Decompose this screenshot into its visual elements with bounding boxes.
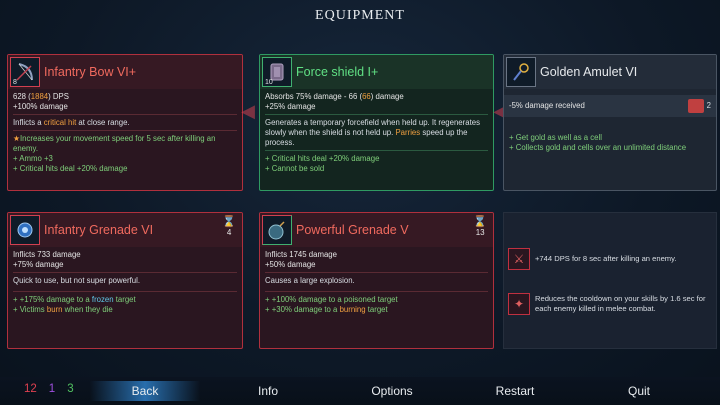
item-level: 10 [265,79,273,86]
cooldown-icon: ✦ [508,293,530,315]
affix-burn: + Victims burn when they die [13,305,113,314]
affix-burning: + +30% damage to a burning target [265,305,388,314]
scroll-icon [687,99,704,113]
divider [13,291,237,292]
mutation-text: +744 DPS for 8 sec after killing an enem… [535,254,677,263]
affix-frozen: + +175% damage to a frozen target [13,295,136,304]
item-level: 8 [13,79,17,86]
damage-bonus: +75% damage [13,260,64,269]
divider [265,272,488,273]
card-header: Golden Amulet VI [504,55,716,89]
amulet-stat: -5% damage received [509,101,585,110]
star-icon: ★ [13,134,20,143]
mutation-text: Reduces the cooldown on your skills by 1… [535,294,706,313]
divider [265,150,488,151]
shield-icon: 10 [262,57,292,87]
damage-bonus: +100% damage [13,102,68,111]
item-description: Causes a large explosion. [265,276,355,285]
amulet-icon [506,57,536,87]
tactics-count: 1 [48,383,56,395]
swap-arrow-icon: ◀ [241,101,255,121]
absorb-stat: Absorbs 75% damage - 66 (66) damage [265,92,404,101]
amulet-card[interactable]: Golden Amulet VI -5% damage received 2 +… [503,54,717,191]
item-name: Powerful Grenade V [296,223,409,237]
restart-button[interactable]: Restart [480,381,550,401]
hourglass-icon: ⌛ [473,216,487,228]
scroll-counts: 12 1 3 [24,383,74,395]
item-description: Generates a temporary forcefield when he… [265,118,480,147]
skill-card-bomb[interactable]: Powerful Grenade V ⌛ 13 Inflicts 1745 dam… [259,212,494,349]
affix-unsellable: + Cannot be sold [265,164,325,173]
affix-movement: ★Increases your movement speed for 5 sec… [13,134,216,153]
affix-gold: + Get gold as well as a cell [509,133,602,142]
item-description: Quick to use, but not super powerful. [13,276,140,285]
dps-stat: 628 (1884) DPS [13,92,69,101]
divider [13,272,237,273]
divider [13,130,237,131]
bow-icon: 8 [10,57,40,87]
divider [13,114,237,115]
charges: ⌛ 13 [473,216,487,238]
damage-bonus: +25% damage [265,102,316,111]
item-name: Infantry Grenade VI [44,223,154,237]
mutation-item[interactable]: ✦ Reduces the cooldown on your skills by… [508,293,714,315]
bottom-menu-bar: 12 1 3 Back Info Options Restart Quit [0,377,720,405]
survival-count: 3 [67,383,74,395]
scroll-count: 2 [706,101,711,110]
skill-card-grenade[interactable]: Infantry Grenade VI ⌛ 4 Inflicts 733 dama… [7,212,243,349]
brutality-count: 12 [24,383,37,395]
hourglass-icon: ⌛ [222,216,236,228]
quit-button[interactable]: Quit [609,381,669,401]
card-header: Powerful Grenade V ⌛ 13 [260,213,493,247]
card-header: Infantry Grenade VI ⌛ 4 [8,213,242,247]
damage-bonus: +50% damage [265,260,316,269]
info-button[interactable]: Info [238,381,298,401]
card-header: 8 Infantry Bow VI+ [8,55,242,89]
item-name: Force shield I+ [296,65,379,79]
card-header: 10 Force shield I+ [260,55,493,89]
affix-crit: + Critical hits deal +20% damage [13,164,128,173]
bomb-icon [262,215,292,245]
options-button[interactable]: Options [357,381,427,401]
weapon-card-bow[interactable]: 8 Infantry Bow VI+ 628 (1884) DPS +100% … [7,54,243,191]
sword-icon: ⚔ [508,248,530,270]
affix-ammo: + Ammo +3 [13,154,53,163]
damage-stat: Inflicts 1745 damage [265,250,337,259]
mutations-panel: ⚔ +744 DPS for 8 sec after killing an en… [503,212,717,349]
grenade-icon [10,215,40,245]
item-description: Inflicts a critical hit at close range. [13,118,130,127]
back-button[interactable]: Back [90,381,200,401]
page-title: EQUIPMENT [315,8,405,23]
affix-crit: + Critical hits deal +20% damage [265,154,380,163]
affix-collect: + Collects gold and cells over an unlimi… [509,143,687,152]
item-name: Infantry Bow VI+ [44,65,137,79]
mutation-item[interactable]: ⚔ +744 DPS for 8 sec after killing an en… [508,248,714,270]
item-name: Golden Amulet VI [540,65,638,79]
affix-poison: + +100% damage to a poisoned target [265,295,398,304]
charges: ⌛ 4 [222,216,236,238]
damage-stat: Inflicts 733 damage [13,250,81,259]
divider [265,291,488,292]
divider [265,114,488,115]
weapon-card-shield[interactable]: 10 Force shield I+ Absorbs 75% damage - … [259,54,494,191]
